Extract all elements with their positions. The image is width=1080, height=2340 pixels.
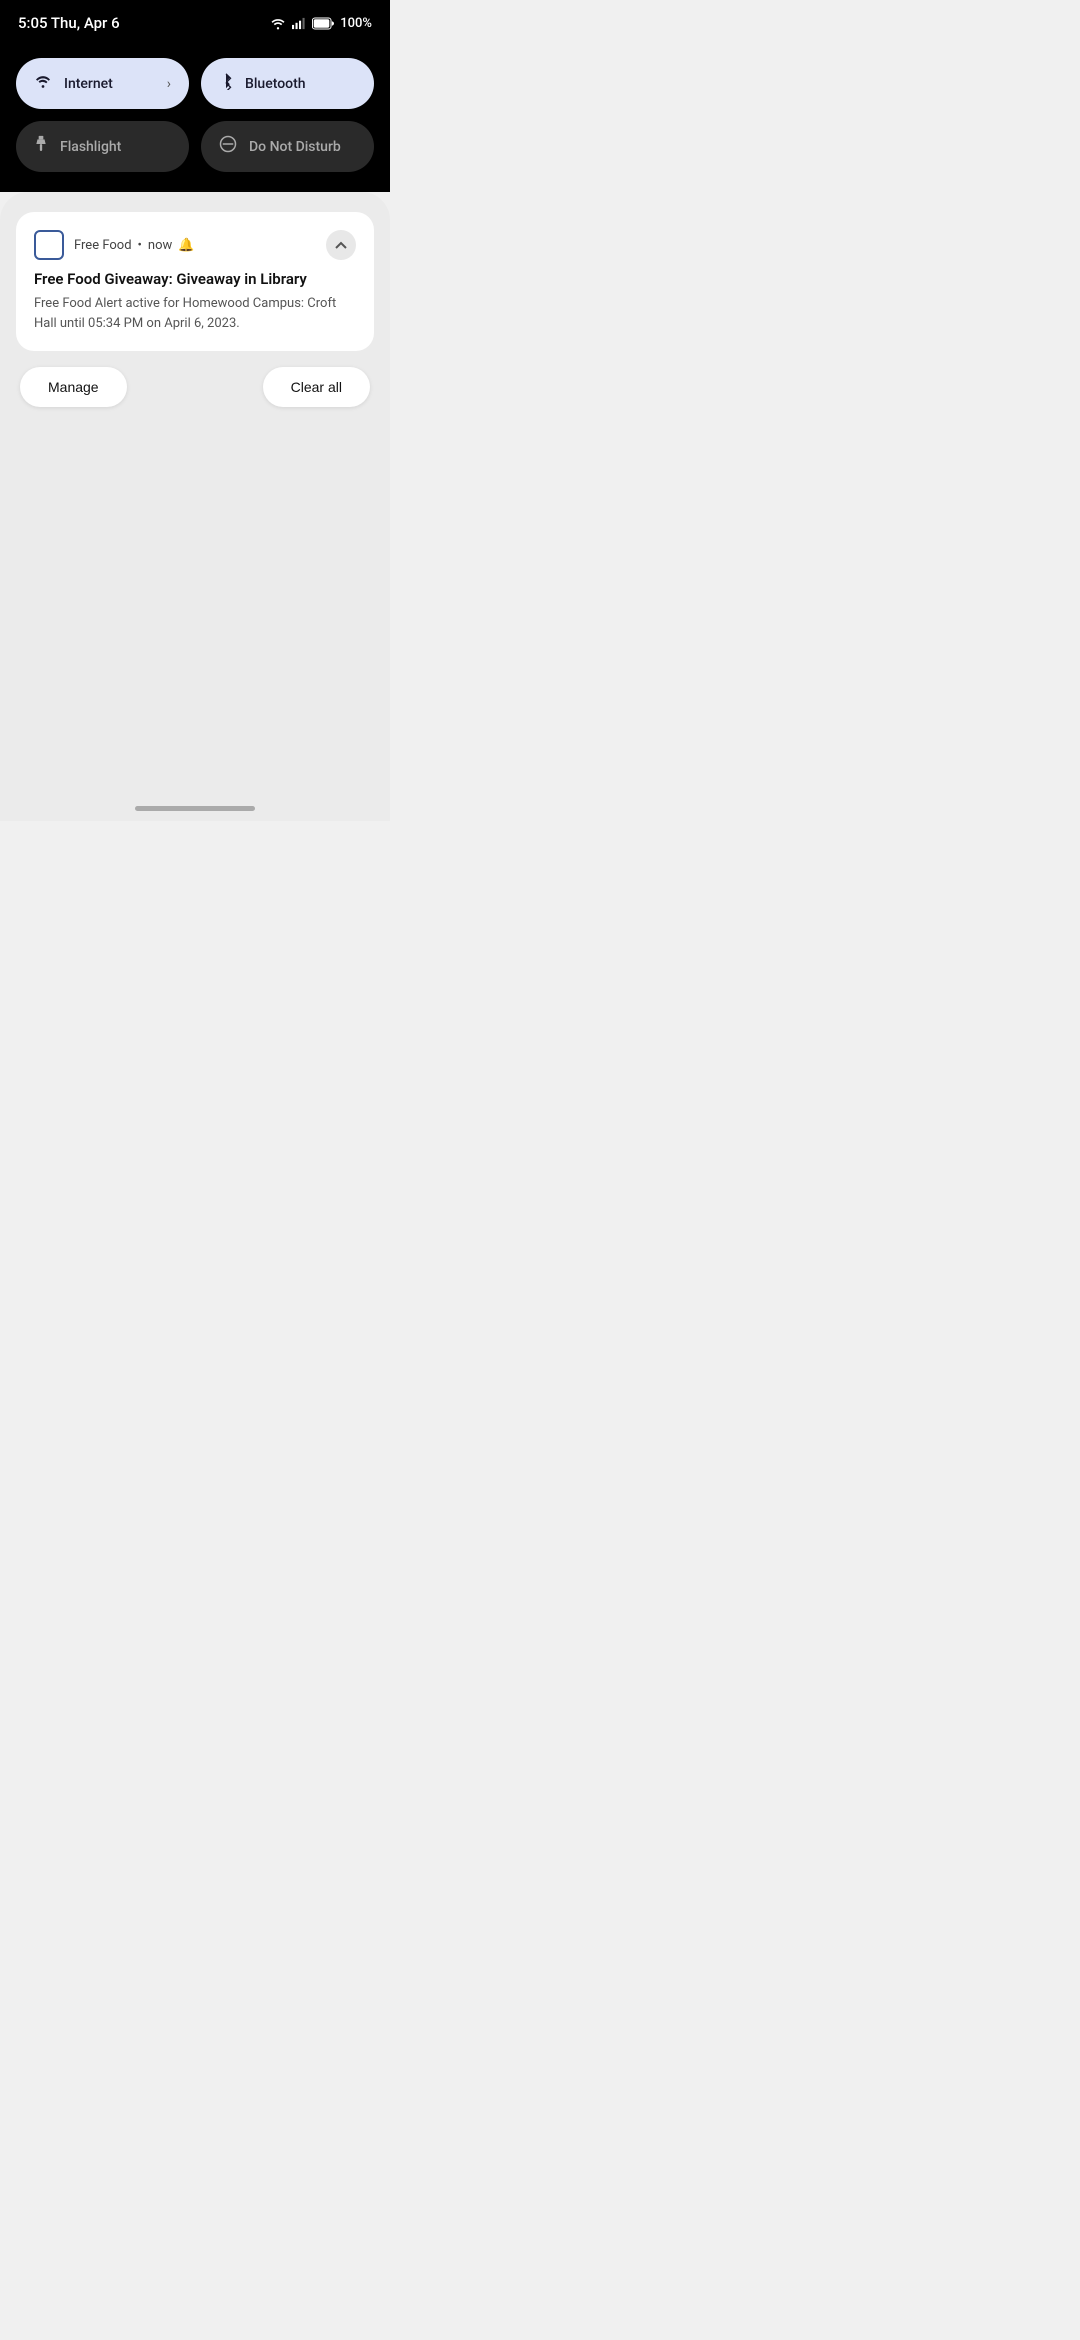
action-buttons: Manage Clear all bbox=[16, 367, 374, 407]
notif-timestamp: now bbox=[148, 238, 172, 253]
battery-percent: 100% bbox=[340, 16, 372, 31]
home-indicator bbox=[0, 792, 390, 821]
flashlight-tile-icon bbox=[34, 135, 48, 158]
notif-app-meta: Free Food • now 🔔 bbox=[74, 238, 194, 253]
wifi-tile-icon bbox=[34, 73, 52, 94]
wifi-icon bbox=[270, 17, 286, 30]
notif-body: Free Food Alert active for Homewood Camp… bbox=[34, 294, 356, 333]
tile-internet-label: Internet bbox=[64, 76, 113, 92]
notif-dot: • bbox=[138, 238, 142, 253]
status-icons: 100% bbox=[270, 16, 372, 31]
notifications-area: Free Food • now 🔔 Free Food Giveaway: Gi… bbox=[0, 192, 390, 792]
manage-button[interactable]: Manage bbox=[20, 367, 127, 407]
dnd-tile-icon bbox=[219, 135, 237, 158]
status-bar: 5:05 Thu, Apr 6 100% bbox=[0, 0, 390, 44]
notif-collapse-button[interactable] bbox=[326, 230, 356, 260]
notif-header: Free Food • now 🔔 bbox=[34, 230, 356, 260]
battery-icon bbox=[312, 17, 334, 30]
notif-app-icon bbox=[34, 230, 64, 260]
notif-app-name: Free Food bbox=[74, 238, 132, 253]
tile-flashlight[interactable]: Flashlight bbox=[16, 121, 189, 172]
status-time: 5:05 Thu, Apr 6 bbox=[18, 14, 120, 32]
notif-bell-icon: 🔔 bbox=[178, 238, 194, 253]
tile-internet-arrow: › bbox=[167, 76, 171, 92]
tile-dnd-label: Do Not Disturb bbox=[249, 139, 341, 155]
clear-all-button[interactable]: Clear all bbox=[263, 367, 370, 407]
tile-dnd[interactable]: Do Not Disturb bbox=[201, 121, 374, 172]
tile-bluetooth-label: Bluetooth bbox=[245, 76, 306, 92]
notif-header-left: Free Food • now 🔔 bbox=[34, 230, 194, 260]
signal-icon bbox=[292, 17, 306, 30]
tile-bluetooth[interactable]: Bluetooth bbox=[201, 58, 374, 109]
notification-card: Free Food • now 🔔 Free Food Giveaway: Gi… bbox=[16, 212, 374, 351]
quick-settings: Internet › Bluetooth Flashlight bbox=[0, 44, 390, 192]
tile-internet[interactable]: Internet › bbox=[16, 58, 189, 109]
notif-title: Free Food Giveaway: Giveaway in Library bbox=[34, 270, 356, 288]
bluetooth-tile-icon bbox=[219, 72, 233, 95]
home-bar bbox=[135, 806, 255, 811]
tile-flashlight-label: Flashlight bbox=[60, 139, 121, 155]
